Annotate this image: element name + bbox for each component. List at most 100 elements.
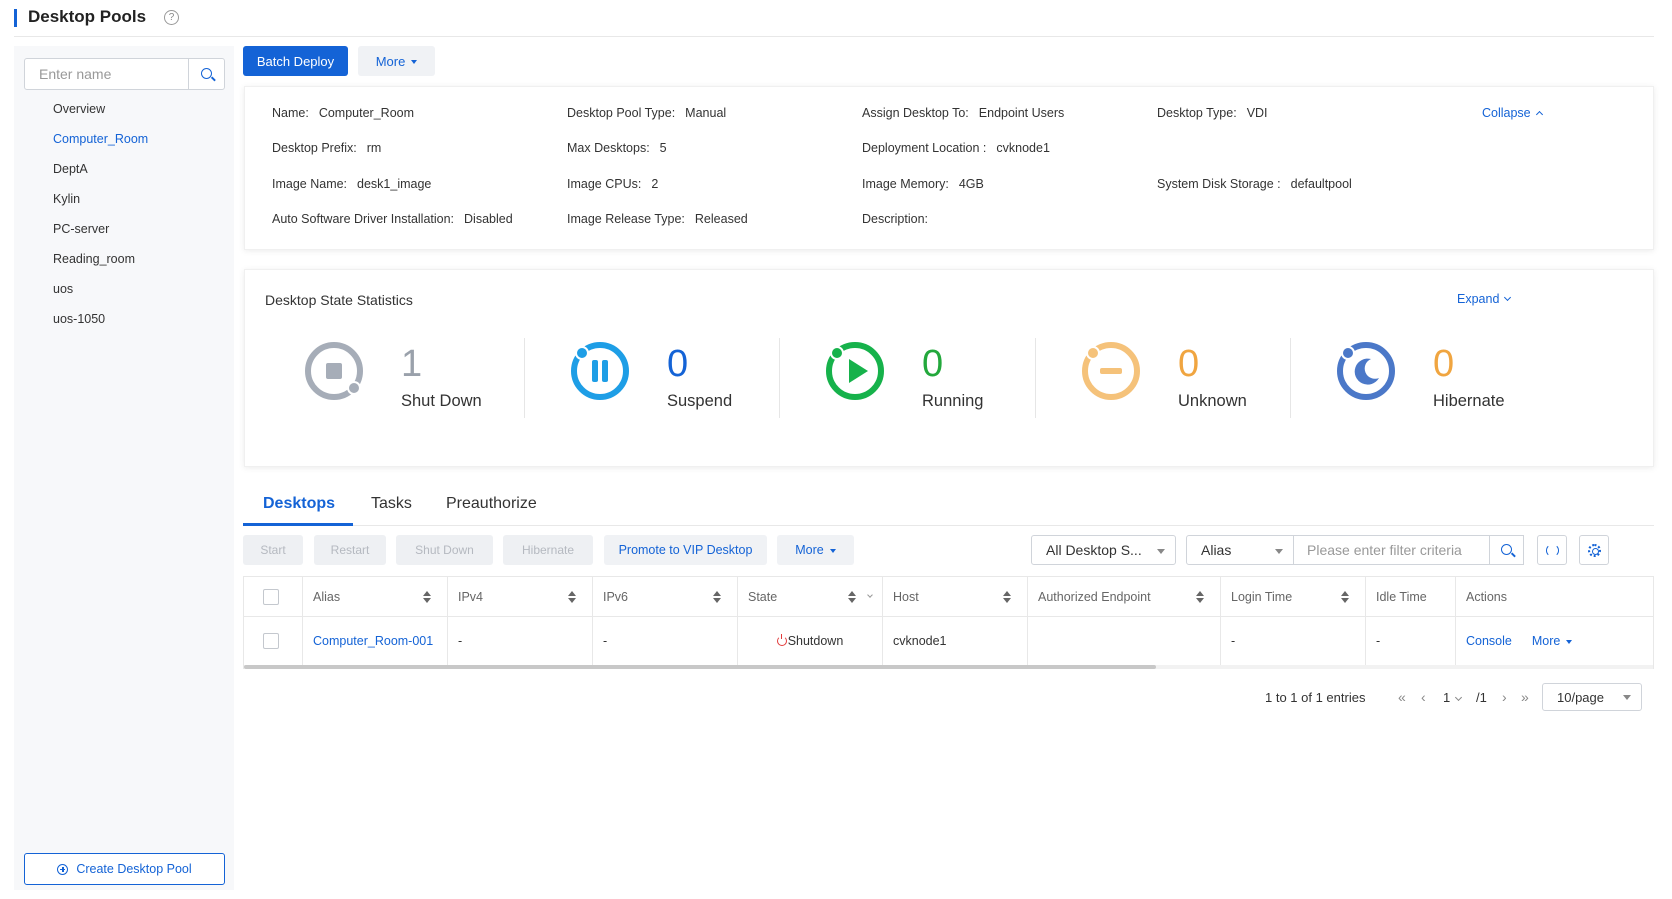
filter-criteria-input[interactable] [1294, 535, 1494, 565]
chevron-down-icon [1455, 693, 1463, 701]
sort-icon[interactable] [423, 591, 431, 603]
minus-icon [1082, 342, 1140, 400]
field-filter-value: Alias [1201, 542, 1232, 558]
stat-divider [779, 338, 780, 418]
desktop-alias-link[interactable]: Computer_Room-001 [303, 617, 448, 665]
state-filter-select[interactable]: All Desktop S... [1031, 535, 1176, 565]
tab-desktops[interactable]: Desktops [263, 495, 335, 513]
pool-search-input[interactable] [25, 59, 189, 89]
stat-unknown: 0 Unknown [1080, 340, 1335, 420]
settings-button[interactable] [1579, 535, 1609, 565]
sidebar-item-kylin[interactable]: Kylin [14, 184, 234, 214]
gear-icon [1588, 544, 1601, 557]
sidebar-item-uos-1050[interactable]: uos-1050 [14, 304, 234, 334]
collapse-link[interactable]: Collapse [1482, 106, 1543, 120]
column-header-state[interactable]: State [738, 577, 883, 617]
caret-down-icon [411, 60, 418, 65]
stat-suspend: 0 Suspend [569, 340, 824, 420]
expand-link[interactable]: Expand [1457, 292, 1512, 306]
desktop-idle-time: - [1366, 617, 1456, 665]
question-circle-icon[interactable]: ? [164, 10, 179, 25]
sort-icon[interactable] [1196, 591, 1204, 603]
refresh-button[interactable] [1537, 535, 1567, 565]
batch-deploy-button[interactable]: Batch Deploy [243, 46, 348, 76]
current-page-select[interactable]: 1 [1443, 683, 1463, 711]
page-title: Desktop Pools [28, 7, 147, 26]
tab-preauthorize[interactable]: Preauthorize [446, 495, 537, 513]
stat-divider [1035, 338, 1036, 418]
next-page-button[interactable]: › [1502, 683, 1507, 711]
pool-info-card: Name: Computer_Room Desktop Pool Type: Man… [244, 86, 1654, 250]
active-tab-indicator [243, 523, 353, 526]
refresh-icon [1546, 544, 1559, 557]
suspend-label: Suspend [667, 392, 733, 410]
first-page-button[interactable]: « [1398, 683, 1406, 711]
stop-icon [305, 342, 363, 400]
suspend-count: 0 [667, 343, 689, 385]
hibernate-count: 0 [1433, 343, 1455, 385]
info-image-release-type: Image Release Type: Released [567, 212, 748, 226]
state-filter-value: All Desktop S... [1046, 542, 1142, 558]
sidebar-item-pc-server[interactable]: PC-server [14, 214, 234, 244]
desktop-ipv6: - [593, 617, 738, 665]
column-header-authorized-endpoint[interactable]: Authorized Endpoint [1028, 577, 1221, 617]
filter-search-button[interactable] [1489, 535, 1524, 565]
plus-circle-icon [57, 863, 69, 875]
sort-icon[interactable] [713, 591, 721, 603]
pool-list: Overview Computer_Room DeptA Kylin PC-se… [14, 94, 234, 334]
select-all-checkbox[interactable] [263, 588, 279, 605]
desktop-state: Shutdown [738, 617, 883, 665]
shut-down-count: 1 [401, 343, 423, 385]
title-accent-bar [14, 9, 17, 27]
desktop-authorized-endpoint [1028, 617, 1221, 665]
stat-running: 0 Running [824, 340, 1079, 420]
info-image-cpus: Image CPUs: 2 [567, 177, 659, 191]
moon-icon [1337, 342, 1395, 400]
sidebar-item-uos[interactable]: uos [14, 274, 234, 304]
dropdown-arrow-icon [1275, 549, 1283, 554]
row-more-link[interactable]: More [1532, 634, 1573, 648]
tab-tasks[interactable]: Tasks [371, 495, 412, 513]
sidebar-item-depta[interactable]: DeptA [14, 154, 234, 184]
promote-vip-button[interactable]: Promote to VIP Desktop [604, 535, 767, 565]
create-desktop-pool-button[interactable]: Create Desktop Pool [24, 853, 225, 885]
sort-icon[interactable] [568, 591, 576, 603]
sort-icon[interactable] [1003, 591, 1011, 603]
column-header-idle-time[interactable]: Idle Time [1366, 577, 1456, 617]
last-page-button[interactable]: » [1521, 683, 1529, 711]
column-header-host[interactable]: Host [883, 577, 1028, 617]
sidebar-item-reading-room[interactable]: Reading_room [14, 244, 234, 274]
prev-page-button[interactable]: ‹ [1421, 683, 1426, 711]
desktop-more-button[interactable]: More [777, 535, 854, 565]
total-pages: /1 [1476, 689, 1487, 705]
shut-down-button[interactable]: Shut Down [396, 535, 493, 565]
column-header-alias[interactable]: Alias [303, 577, 448, 617]
filter-chevron-icon[interactable] [867, 592, 873, 598]
horizontal-scrollbar-thumb[interactable] [244, 665, 1156, 669]
hibernate-button[interactable]: Hibernate [503, 535, 593, 565]
pool-search [24, 58, 225, 90]
field-filter-select[interactable]: Alias [1186, 535, 1294, 565]
console-link[interactable]: Console [1466, 634, 1512, 648]
column-header-ipv6[interactable]: IPv6 [593, 577, 738, 617]
info-assign-to: Assign Desktop To: Endpoint Users [862, 106, 1065, 120]
info-image-name: Image Name: desk1_image [272, 177, 432, 191]
page-size-select[interactable]: 10/page [1542, 683, 1642, 711]
column-header-login-time[interactable]: Login Time [1221, 577, 1366, 617]
desktop-state-statistics: Desktop State Statistics Expand 1 Shut D… [244, 269, 1654, 467]
sidebar-item-computer-room[interactable]: Computer_Room [14, 124, 234, 154]
stat-shut-down: 1 Shut Down [303, 340, 558, 420]
start-button[interactable]: Start [243, 535, 303, 565]
restart-button[interactable]: Restart [314, 535, 386, 565]
sort-icon[interactable] [1341, 591, 1349, 603]
row-checkbox[interactable] [263, 633, 279, 649]
unknown-count: 0 [1178, 343, 1200, 385]
sidebar-item-overview[interactable]: Overview [14, 94, 234, 124]
hibernate-label: Hibernate [1433, 392, 1505, 410]
pool-search-button[interactable] [188, 59, 224, 89]
page-size-value: 10/page [1557, 690, 1604, 705]
more-actions-button[interactable]: More [358, 46, 435, 76]
sort-icon[interactable] [848, 591, 856, 603]
column-header-ipv4[interactable]: IPv4 [448, 577, 593, 617]
running-label: Running [922, 392, 984, 410]
